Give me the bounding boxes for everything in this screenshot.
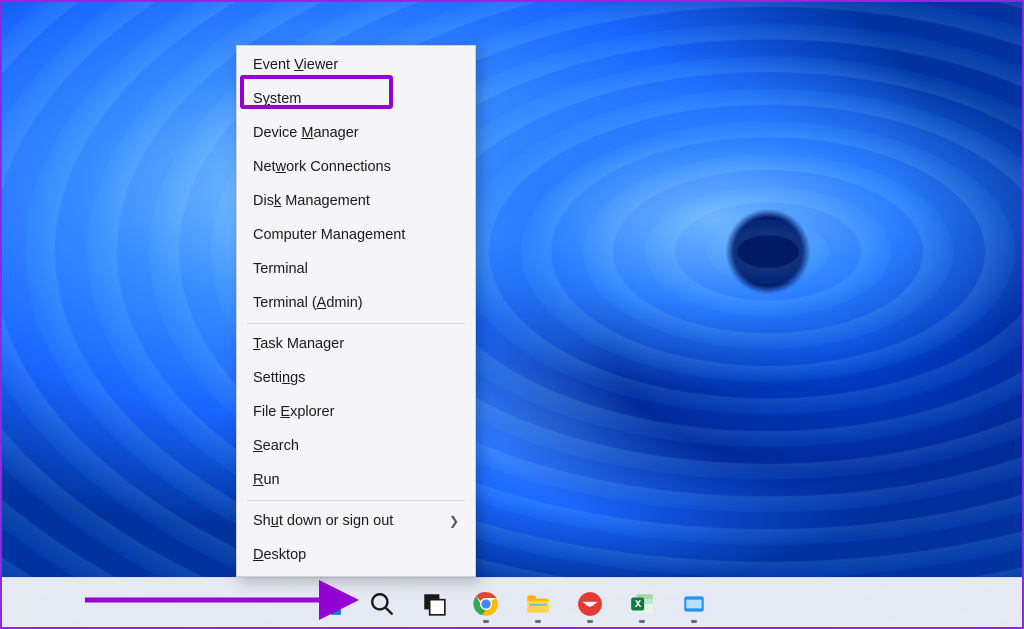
annotation-arrow <box>80 580 370 620</box>
menu-computer-management[interactable]: Computer Management <box>237 218 475 252</box>
menu-settings[interactable]: Settings <box>237 361 475 395</box>
winx-context-menu: Event Viewer System Device Manager Netwo… <box>236 45 476 577</box>
folder-icon <box>525 591 551 617</box>
menu-system[interactable]: System <box>237 82 475 116</box>
excel-icon <box>629 591 655 617</box>
menu-desktop[interactable]: Desktop <box>237 538 475 572</box>
chrome-icon <box>473 591 499 617</box>
taskbar-file-explorer[interactable] <box>517 583 559 625</box>
menu-search[interactable]: Search <box>237 429 475 463</box>
taskbar-task-view[interactable] <box>413 583 455 625</box>
menu-task-manager[interactable]: Task Manager <box>237 327 475 361</box>
menu-shutdown-signout[interactable]: Shut down or sign out ❯ <box>237 504 475 538</box>
menu-separator <box>247 500 465 501</box>
menu-network-connections[interactable]: Network Connections <box>237 150 475 184</box>
menu-disk-management[interactable]: Disk Management <box>237 184 475 218</box>
menu-event-viewer[interactable]: Event Viewer <box>237 48 475 82</box>
menu-terminal-admin[interactable]: Terminal (Admin) <box>237 286 475 320</box>
taskbar-excel[interactable] <box>621 583 663 625</box>
menu-file-explorer[interactable]: File Explorer <box>237 395 475 429</box>
menu-terminal[interactable]: Terminal <box>237 252 475 286</box>
app-icon <box>681 591 707 617</box>
mail-icon <box>577 591 603 617</box>
menu-run[interactable]: Run <box>237 463 475 497</box>
taskbar-chrome[interactable] <box>465 583 507 625</box>
chevron-right-icon: ❯ <box>449 514 459 528</box>
desktop-wallpaper <box>0 0 1024 629</box>
search-icon <box>369 591 395 617</box>
taskbar-mail[interactable] <box>569 583 611 625</box>
menu-device-manager[interactable]: Device Manager <box>237 116 475 150</box>
task-view-icon <box>421 591 447 617</box>
taskbar-app-generic[interactable] <box>673 583 715 625</box>
menu-separator <box>247 323 465 324</box>
